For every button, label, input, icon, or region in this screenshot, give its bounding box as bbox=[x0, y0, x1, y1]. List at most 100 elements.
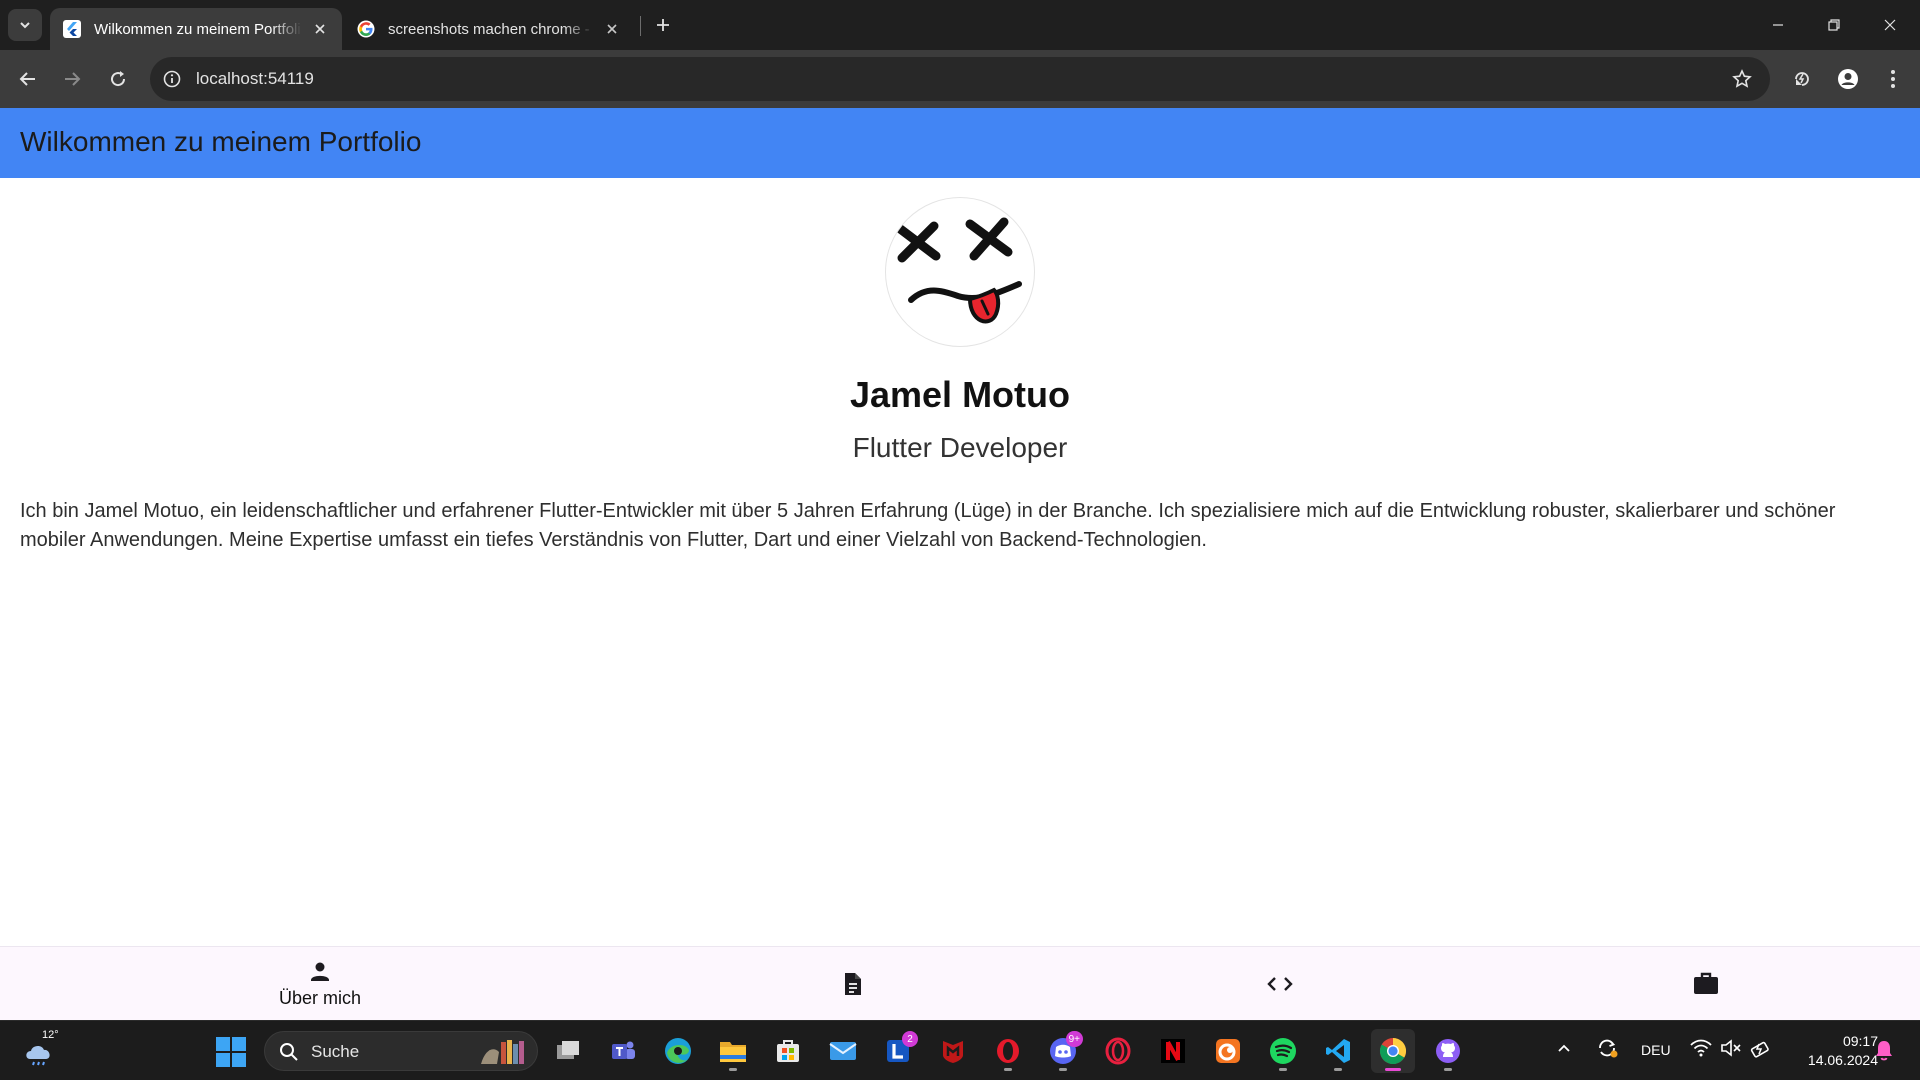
minimize-button[interactable] bbox=[1750, 0, 1806, 50]
new-tab-button[interactable] bbox=[650, 12, 676, 38]
taskbar-app-github-desktop[interactable] bbox=[1426, 1029, 1470, 1073]
taskbar-app-teams[interactable] bbox=[601, 1029, 645, 1073]
clock-date: 14.06.2024 bbox=[1807, 1052, 1878, 1068]
vscode-icon bbox=[1326, 1039, 1350, 1063]
site-info-icon[interactable] bbox=[160, 67, 184, 91]
close-icon[interactable] bbox=[602, 19, 622, 39]
netflix-icon bbox=[1161, 1039, 1185, 1063]
start-button[interactable] bbox=[216, 1037, 246, 1067]
profile-button[interactable] bbox=[1832, 63, 1864, 95]
opera-icon bbox=[997, 1039, 1019, 1063]
reload-button[interactable] bbox=[102, 63, 134, 95]
app-bar: Wilkommen zu meinem Portfolio bbox=[0, 108, 1920, 178]
bell-icon bbox=[1876, 1041, 1892, 1061]
folder-icon bbox=[720, 1042, 746, 1062]
teams-icon bbox=[612, 1041, 635, 1059]
profile-role: Flutter Developer bbox=[852, 432, 1068, 463]
chevron-up-icon bbox=[1558, 1044, 1570, 1052]
windows-taskbar: 12° Suche 2 9+ DEU 09:17 14.06.2024 bbox=[0, 1020, 1920, 1080]
extension-button[interactable] bbox=[1786, 63, 1818, 95]
profile-name: Jamel Motuo bbox=[849, 374, 1071, 415]
browser-tab-strip: Wilkommen zu meinem Portfolio screenshot… bbox=[0, 0, 1920, 50]
tab-portfolio[interactable]: Wilkommen zu meinem Portfolio bbox=[50, 8, 342, 50]
taskbar-app-chrome[interactable] bbox=[1371, 1029, 1415, 1073]
running-indicator bbox=[1334, 1068, 1342, 1071]
address-bar[interactable]: localhost:54119 bbox=[150, 57, 1770, 101]
tab-search-button[interactable] bbox=[8, 9, 42, 41]
taskbar-clock[interactable]: 09:17 14.06.2024 bbox=[1790, 1032, 1878, 1070]
search-label: Suche bbox=[311, 1042, 360, 1061]
close-icon bbox=[1884, 19, 1896, 31]
volume-status[interactable] bbox=[1720, 1039, 1742, 1060]
taskbar-app-discord[interactable]: 9+ bbox=[1041, 1029, 1085, 1073]
flutter-favicon-icon bbox=[62, 19, 82, 39]
notification-badge: 9+ bbox=[1065, 1031, 1083, 1047]
browser-toolbar: localhost:54119 bbox=[0, 50, 1920, 108]
sync-icon bbox=[1599, 1039, 1618, 1058]
back-button[interactable] bbox=[12, 63, 44, 95]
sync-tray-icon-button[interactable] bbox=[1596, 1037, 1618, 1062]
taskbar-app-crunchyroll[interactable] bbox=[1206, 1029, 1250, 1073]
running-indicator bbox=[1279, 1068, 1287, 1071]
url-text[interactable]: localhost:54119 bbox=[196, 69, 314, 89]
notification-badge: 2 bbox=[902, 1031, 918, 1047]
forward-button[interactable] bbox=[56, 63, 88, 95]
taskbar-app-mcafee[interactable] bbox=[931, 1029, 975, 1073]
running-indicator bbox=[1444, 1068, 1452, 1071]
tab-google-search[interactable]: screenshots machen chrome - Google Suche bbox=[344, 8, 634, 50]
google-favicon-icon bbox=[356, 19, 376, 39]
taskbar-app-file-explorer[interactable] bbox=[711, 1029, 755, 1073]
windows-logo-tile bbox=[216, 1037, 230, 1051]
bookmark-star-icon[interactable] bbox=[1730, 67, 1754, 91]
taskbar-app-netflix[interactable] bbox=[1151, 1029, 1195, 1073]
profile-bio: Ich bin Jamel Motuo, ein leidenschaftlic… bbox=[20, 500, 1836, 551]
chrome-icon bbox=[1379, 1037, 1407, 1065]
taskbar-app-edge[interactable] bbox=[656, 1029, 700, 1073]
taskbar-app-microsoft-store[interactable] bbox=[766, 1029, 810, 1073]
code-icon bbox=[1267, 977, 1293, 991]
battery-status[interactable] bbox=[1750, 1038, 1772, 1063]
weather-temperature: 12° bbox=[42, 1029, 59, 1041]
tab-divider bbox=[640, 16, 641, 36]
taskbar-app-spotify[interactable] bbox=[1261, 1029, 1305, 1073]
dizzy-tongue-face-icon bbox=[894, 217, 1022, 324]
close-window-button[interactable] bbox=[1862, 0, 1918, 50]
person-icon bbox=[311, 962, 329, 981]
windows-logo-tile bbox=[232, 1053, 246, 1067]
taskbar-app-opera[interactable] bbox=[986, 1029, 1030, 1073]
nav-item-projects[interactable] bbox=[1040, 947, 1520, 1021]
restore-button[interactable] bbox=[1806, 0, 1862, 50]
wifi-icon bbox=[1690, 1039, 1712, 1057]
more-vertical-icon bbox=[1891, 70, 1895, 88]
wifi-status[interactable] bbox=[1690, 1039, 1712, 1060]
account-icon bbox=[1838, 69, 1858, 89]
close-icon[interactable] bbox=[310, 19, 330, 39]
running-indicator bbox=[1004, 1068, 1012, 1071]
running-indicator bbox=[1385, 1068, 1401, 1071]
mail-icon bbox=[829, 1042, 857, 1060]
chrome-menu-button[interactable] bbox=[1877, 63, 1909, 95]
taskbar-app-task-view[interactable] bbox=[546, 1029, 590, 1073]
github-icon bbox=[1436, 1039, 1460, 1063]
crunchyroll-icon bbox=[1216, 1039, 1240, 1063]
briefcase-icon bbox=[1694, 972, 1718, 994]
page-title: Wilkommen zu meinem Portfolio bbox=[20, 126, 422, 157]
volume-muted-icon bbox=[1721, 1039, 1741, 1057]
task-view-icon bbox=[557, 1041, 579, 1059]
input-language[interactable]: DEU bbox=[1641, 1042, 1671, 1058]
nav-item-about[interactable]: Über mich bbox=[80, 947, 560, 1021]
notification-center-button[interactable] bbox=[1874, 1039, 1894, 1064]
taskbar-app-mail[interactable] bbox=[821, 1029, 865, 1073]
taskbar-app-vscode[interactable] bbox=[1316, 1029, 1360, 1073]
taskbar-search[interactable]: Suche bbox=[264, 1031, 538, 1071]
nav-item-resume[interactable] bbox=[613, 947, 1093, 1021]
taskbar-app-l[interactable]: 2 bbox=[876, 1029, 920, 1073]
bottom-navigation-bar: Über mich bbox=[0, 946, 1920, 1020]
show-hidden-icons-button[interactable] bbox=[1556, 1040, 1572, 1059]
taskbar-app-opera-gx[interactable] bbox=[1096, 1029, 1140, 1073]
spotify-icon bbox=[1270, 1038, 1296, 1064]
nav-item-experience[interactable] bbox=[1466, 947, 1920, 1021]
clock-time: 09:17 bbox=[1842, 1033, 1878, 1049]
tab-title: screenshots machen chrome - Google Suche bbox=[388, 20, 594, 38]
windows-logo-tile bbox=[232, 1037, 246, 1051]
